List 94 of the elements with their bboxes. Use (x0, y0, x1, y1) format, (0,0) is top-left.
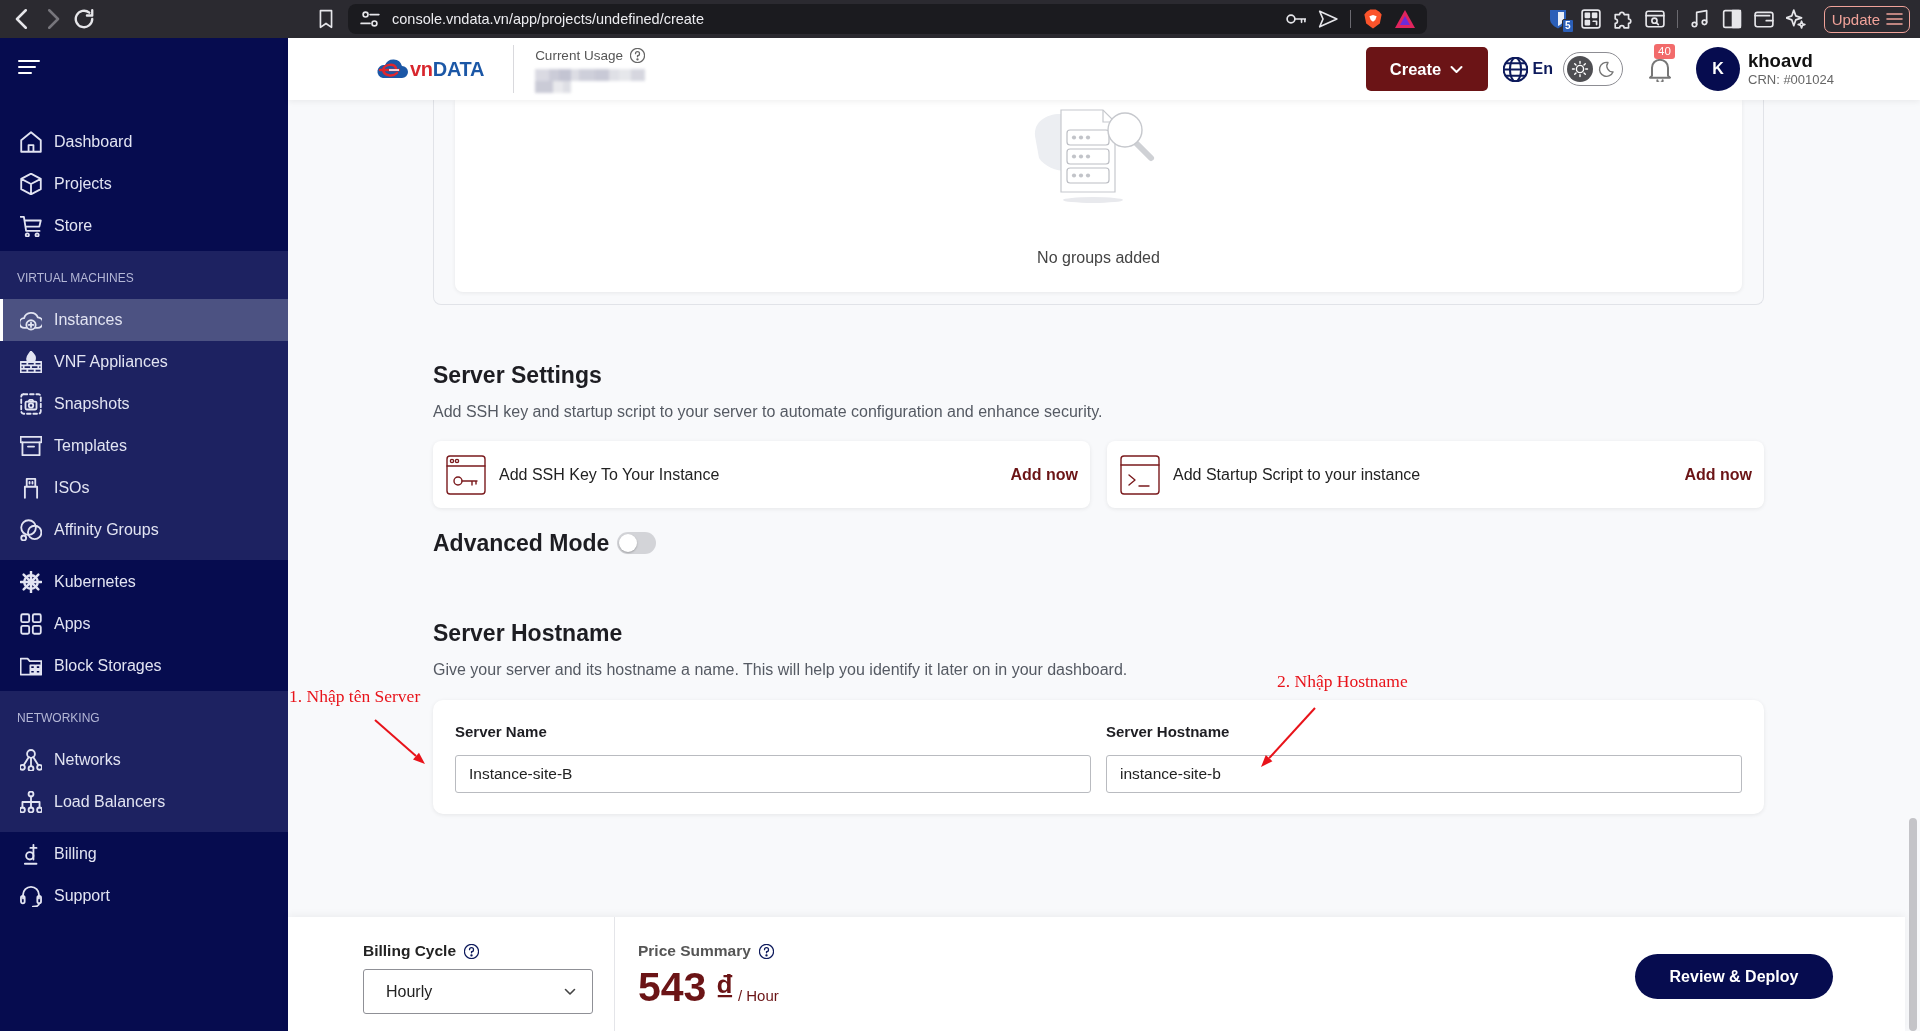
billing-cycle-select[interactable]: Hourly (363, 969, 593, 1014)
sidebar-item[interactable]: Store (0, 205, 288, 247)
qr-code-icon[interactable] (1580, 9, 1601, 29)
section-heading: Server Settings (433, 361, 602, 389)
overlapping-circles-icon (20, 519, 42, 541)
add-now-link[interactable]: Add now (1010, 465, 1078, 484)
sidebar-item[interactable]: Projects (0, 163, 288, 205)
puzzle-icon[interactable] (1612, 9, 1633, 29)
sidebar-item[interactable]: Instances (0, 299, 288, 341)
globe-icon (1502, 56, 1528, 82)
user-avatar[interactable]: K (1696, 47, 1740, 91)
menu-icon (1886, 12, 1903, 26)
network-nodes-icon (20, 749, 42, 771)
firewall-icon (20, 351, 42, 373)
help-icon[interactable] (464, 943, 480, 959)
home-icon (20, 131, 42, 153)
annotation-text: 2. Nhập Hostname (1277, 671, 1408, 692)
lion-shield-icon[interactable] (1363, 9, 1383, 29)
reload-icon[interactable] (74, 9, 94, 29)
cart-icon (20, 215, 42, 237)
sidebar-item[interactable]: Apps (0, 603, 288, 645)
archive-box-icon (20, 435, 42, 457)
shield-icon[interactable] (1548, 9, 1567, 29)
triangle-icon[interactable] (1395, 9, 1415, 29)
scrollbar-thumb[interactable] (1908, 818, 1917, 1031)
sidebar-item[interactable]: Kubernetes (0, 561, 288, 603)
notification-badge: 40 (1654, 44, 1675, 59)
sidebar-item[interactable]: Load Balancers (0, 781, 288, 823)
review-deploy-button[interactable]: Review & Deploy (1635, 954, 1833, 999)
address-bar[interactable]: console.vndata.vn/app/projects/undefined/create (348, 4, 1427, 34)
currency-symbol: ₫ (715, 967, 734, 1011)
sidebar-panel-icon[interactable] (1721, 9, 1742, 29)
tab-search-icon[interactable] (1644, 9, 1665, 29)
section-description: Add SSH key and startup script to your server to automate configuration and enhance security. (433, 402, 1103, 422)
price-unit: / Hour (737, 987, 779, 1004)
card-label: Add Startup Script to your instance (1173, 465, 1421, 484)
field-label: Price Summary (638, 942, 751, 960)
camera-icon (20, 393, 42, 415)
sidebar-item[interactable]: Dashboard (0, 121, 288, 163)
sidebar-item[interactable]: ISOs (0, 467, 288, 509)
send-icon[interactable] (1318, 9, 1338, 29)
annotation-arrow (374, 719, 425, 764)
text-field[interactable]: instance-site-b (1106, 755, 1742, 793)
sidebar-item[interactable]: Snapshots (0, 383, 288, 425)
grid-icon (20, 613, 42, 635)
field-label: Billing Cycle (363, 942, 457, 960)
field-label: Server Name (455, 722, 547, 742)
browser-key-icon (446, 454, 486, 495)
section-description: Give your server and its hostname a name. This will help you identify it later on in your dashboard. (433, 660, 1128, 680)
caret-icon (564, 987, 576, 996)
helm-wheel-icon (20, 571, 42, 593)
field-label: Server Hostname (1106, 722, 1230, 742)
headset-icon (20, 885, 42, 907)
hierarchy-icon (20, 791, 42, 813)
sidebar-item[interactable]: VNF Appliances (0, 341, 288, 383)
section-heading: Server Hostname (433, 619, 623, 647)
customer-number: CRN: #001024 (1748, 72, 1834, 88)
sidebar-item[interactable]: Billing (0, 833, 288, 875)
cloud-logo-icon[interactable] (375, 58, 409, 80)
annotation-arrow (1261, 707, 1316, 767)
annotation-text: 1. Nhập tên Server (289, 686, 421, 707)
price-amount: 543 (638, 964, 707, 1010)
section-heading: Advanced Mode (433, 529, 610, 557)
card-label: Add SSH Key To Your Instance (499, 465, 720, 484)
chevron-down-icon (1450, 64, 1464, 74)
cube-icon (20, 173, 42, 195)
sidebar-item[interactable]: Templates (0, 425, 288, 467)
usage-label: Current Usage (535, 47, 623, 63)
site-settings-icon[interactable] (360, 9, 380, 29)
user-name: khoavd (1748, 50, 1813, 72)
menu-icon[interactable] (18, 59, 40, 75)
extension-badge: 5 (1562, 19, 1574, 33)
section-title: NETWORKING (17, 711, 100, 725)
section-title: VIRTUAL MACHINES (17, 271, 134, 285)
toggle-switch[interactable] (617, 532, 657, 554)
sun-icon[interactable] (1567, 56, 1593, 82)
add-now-link[interactable]: Add now (1684, 465, 1752, 484)
create-button[interactable]: Create (1365, 47, 1488, 91)
folder-icon (20, 655, 42, 677)
sidebar-item[interactable]: Support (0, 875, 288, 917)
update-button[interactable]: Update (1823, 5, 1910, 33)
language-switcher[interactable]: En (1502, 56, 1553, 82)
sidebar-item[interactable]: Block Storages (0, 645, 288, 687)
sidebar-item[interactable]: Affinity Groups (0, 509, 288, 551)
cloud-plus-icon (20, 309, 42, 331)
sidebar-item[interactable]: Networks (0, 739, 288, 781)
bell-icon[interactable] (1648, 56, 1672, 82)
text-field[interactable]: Instance-site-B (455, 755, 1091, 793)
sparkle-icon[interactable] (1785, 9, 1806, 29)
terminal-icon (1120, 454, 1160, 495)
music-note-icon[interactable] (1689, 9, 1710, 29)
wallet-icon[interactable] (1753, 9, 1774, 29)
help-icon[interactable] (758, 943, 774, 959)
empty-state-text: No groups added (1037, 249, 1160, 267)
